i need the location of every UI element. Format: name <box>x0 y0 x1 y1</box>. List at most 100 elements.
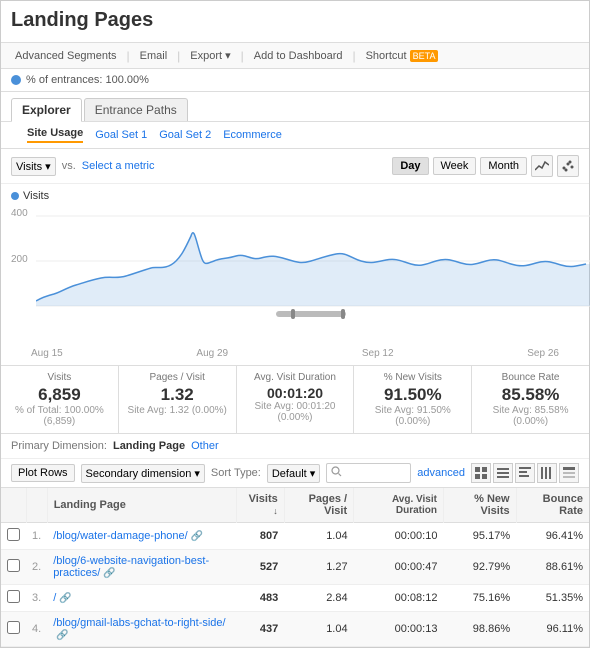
advanced-link[interactable]: advanced <box>417 467 465 479</box>
table-row: 4. /blog/gmail-labs-gchat-to-right-side/… <box>1 612 589 647</box>
secondary-dimension-select[interactable]: Secondary dimension ▾ <box>81 464 205 483</box>
th-avg-duration[interactable]: Avg. Visit Duration <box>354 488 444 523</box>
x-label-aug29: Aug 29 <box>196 348 228 359</box>
beta-badge: BETA <box>410 50 439 62</box>
chart-svg <box>36 206 590 336</box>
columns-icon-btn[interactable] <box>537 463 557 483</box>
shortcut-button[interactable]: Shortcut BETA <box>362 48 443 64</box>
th-new-visits[interactable]: % New Visits <box>443 488 516 523</box>
chart-legend: Visits <box>11 190 579 202</box>
stat-duration-sub: Site Avg: 00:01:20 (0.00%) <box>245 401 346 423</box>
stat-bounce-sub: Site Avg: 85.58% (0.00%) <box>480 405 581 427</box>
stat-duration-label: Avg. Visit Duration <box>245 372 346 383</box>
dim-other[interactable]: Other <box>191 440 219 452</box>
row-landing-page-1[interactable]: /blog/6-website-navigation-best-practice… <box>47 550 236 585</box>
row-checkbox-3[interactable] <box>1 612 26 647</box>
row-landing-page-0[interactable]: /blog/water-damage-phone/🔗 <box>47 523 236 550</box>
metric-visits-select[interactable]: Visits ▾ <box>11 157 56 176</box>
row-pages-visit-1: 1.27 <box>284 550 353 585</box>
row-new-visits-1: 92.79% <box>443 550 516 585</box>
tab-entrance-paths[interactable]: Entrance Paths <box>84 98 188 121</box>
export-button[interactable]: Export ▾ <box>186 47 234 64</box>
row-visits-1: 527 <box>236 550 284 585</box>
email-button[interactable]: Email <box>136 48 172 64</box>
external-link-icon-3: 🔗 <box>56 630 68 641</box>
row-visits-3: 437 <box>236 612 284 647</box>
stat-new-visits: % New Visits 91.50% Site Avg: 91.50% (0.… <box>354 366 472 433</box>
week-button[interactable]: Week <box>433 157 477 175</box>
grid-view-icon-btn[interactable] <box>471 463 491 483</box>
row-landing-page-3[interactable]: /blog/gmail-labs-gchat-to-right-side/🔗 <box>47 612 236 647</box>
sub-tab-goal-set-1[interactable]: Goal Set 1 <box>95 129 147 141</box>
grid-icon <box>475 467 487 479</box>
stats-row: Visits 6,859 % of Total: 100.00% (6,859)… <box>1 365 589 434</box>
list-icon <box>497 467 509 479</box>
primary-dim-label: Primary Dimension: <box>11 440 107 452</box>
th-pages-visit[interactable]: Pages / Visit <box>284 488 353 523</box>
row-bounce-rate-2: 51.35% <box>516 585 589 612</box>
sub-tab-ecommerce[interactable]: Ecommerce <box>223 129 282 141</box>
row-avg-duration-1: 00:00:47 <box>354 550 444 585</box>
segment-label: % of entrances: 100.00% <box>26 74 149 86</box>
scatter-chart-icon <box>561 160 575 172</box>
row-pages-visit-2: 2.84 <box>284 585 353 612</box>
row-landing-page-2[interactable]: /🔗 <box>47 585 236 612</box>
row-num-0: 1. <box>26 523 47 550</box>
row-num-1: 2. <box>26 550 47 585</box>
sub-tab-site-usage[interactable]: Site Usage <box>27 127 83 143</box>
search-icon <box>331 466 342 480</box>
filter-row: Plot Rows Secondary dimension ▾ Sort Typ… <box>1 459 589 488</box>
divider-1: | <box>127 49 130 63</box>
divider-3: | <box>241 49 244 63</box>
stat-newvisits-sub: Site Avg: 91.50% (0.00%) <box>362 405 463 427</box>
main-tabs-row: Explorer Entrance Paths <box>1 92 589 122</box>
table-row: 3. /🔗 483 2.84 00:08:12 75.16% 51.35% <box>1 585 589 612</box>
row-checkbox-2[interactable] <box>1 585 26 612</box>
stat-visits: Visits 6,859 % of Total: 100.00% (6,859) <box>1 366 119 433</box>
tab-explorer[interactable]: Explorer <box>11 98 82 122</box>
advanced-segments-button[interactable]: Advanced Segments <box>11 48 121 64</box>
table-icon-btn[interactable] <box>559 463 579 483</box>
select-metric-link[interactable]: Select a metric <box>82 160 155 172</box>
line-chart-icon-btn[interactable] <box>531 155 553 177</box>
primary-dimension-row: Primary Dimension: Landing Page Other <box>1 434 589 459</box>
stat-bounce-label: Bounce Rate <box>480 372 581 383</box>
stat-pages-visit: Pages / Visit 1.32 Site Avg: 1.32 (0.00%… <box>119 366 237 433</box>
row-new-visits-0: 95.17% <box>443 523 516 550</box>
stat-newvisits-value: 91.50% <box>362 385 463 405</box>
row-bounce-rate-0: 96.41% <box>516 523 589 550</box>
search-box <box>326 463 411 483</box>
scatter-chart-icon-btn[interactable] <box>557 155 579 177</box>
pivot-icon-btn[interactable] <box>515 463 535 483</box>
row-checkbox-1[interactable] <box>1 550 26 585</box>
row-bounce-rate-3: 96.11% <box>516 612 589 647</box>
stat-pages-label: Pages / Visit <box>127 372 228 383</box>
row-new-visits-2: 75.16% <box>443 585 516 612</box>
dim-landing-page[interactable]: Landing Page <box>113 440 185 452</box>
row-checkbox-0[interactable] <box>1 523 26 550</box>
sort-default-select[interactable]: Default ▾ <box>267 464 320 483</box>
day-button[interactable]: Day <box>392 157 428 175</box>
x-label-sep26: Sep 26 <box>527 348 559 359</box>
y-max-label: 400 <box>11 208 28 219</box>
metric-controls: Visits ▾ vs. Select a metric Day Week Mo… <box>1 149 589 184</box>
sub-tab-goal-set-2[interactable]: Goal Set 2 <box>159 129 211 141</box>
x-label-sep12: Sep 12 <box>362 348 394 359</box>
list-view-icon-btn[interactable] <box>493 463 513 483</box>
th-num <box>26 488 47 523</box>
month-button[interactable]: Month <box>480 157 527 175</box>
th-bounce-rate[interactable]: Bounce Rate <box>516 488 589 523</box>
stat-visits-sub: % of Total: 100.00% (6,859) <box>9 405 110 427</box>
stat-bounce-value: 85.58% <box>480 385 581 405</box>
plot-rows-button[interactable]: Plot Rows <box>11 464 75 482</box>
add-to-dashboard-button[interactable]: Add to Dashboard <box>250 48 347 64</box>
th-visits[interactable]: Visits ↓ <box>236 488 284 523</box>
search-input[interactable] <box>345 467 406 479</box>
th-landing-page[interactable]: Landing Page <box>47 488 236 523</box>
chart-area: Visits 400 200 Aug 15 Aug 29 Sep 12 Sep … <box>1 184 589 359</box>
chart-x-labels: Aug 15 Aug 29 Sep 12 Sep 26 <box>11 346 579 359</box>
segment-bar: % of entrances: 100.00% <box>1 69 589 92</box>
metric-right: Day Week Month <box>392 155 579 177</box>
row-visits-2: 483 <box>236 585 284 612</box>
row-pages-visit-0: 1.04 <box>284 523 353 550</box>
